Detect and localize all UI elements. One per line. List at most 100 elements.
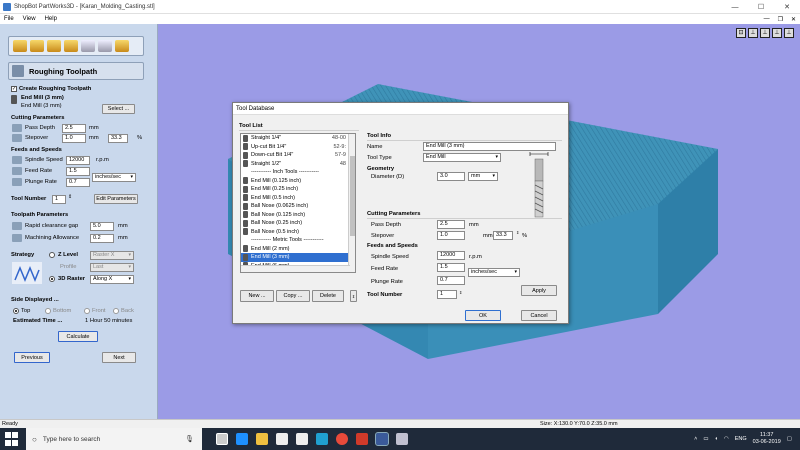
mail-icon[interactable] (296, 433, 308, 445)
toolpath-tool-icon[interactable] (98, 40, 112, 52)
toolpath-tool-icon[interactable] (13, 40, 27, 52)
close-icon[interactable]: ✕ (774, 0, 800, 14)
notification-icon[interactable]: ▢ (787, 436, 792, 442)
edit-parameters-button[interactable]: Edit Parameters (94, 194, 138, 204)
toolpath-tool-icon[interactable] (30, 40, 44, 52)
plunge-rate-input[interactable]: 0.7 (66, 178, 90, 187)
view-top-icon[interactable]: ⊥ (760, 28, 770, 38)
cancel-button[interactable]: Cancel (521, 310, 557, 321)
stepover-percent-input[interactable]: 33.3 (493, 231, 513, 240)
view-fit-icon[interactable]: ⊡ (736, 28, 746, 38)
pass-depth-input[interactable]: 2.5 (62, 124, 86, 133)
stepover-spinner-icon[interactable]: ⇕ (516, 230, 519, 235)
mdi-minimize-icon[interactable]: — (764, 16, 770, 22)
chrome-icon[interactable] (336, 433, 348, 445)
tool-list-item[interactable]: ----------- Inch Tools ----------- (241, 168, 355, 177)
pass-depth-input[interactable]: 2.5 (437, 220, 465, 229)
menu-file[interactable]: File (4, 16, 14, 22)
view-iso-icon[interactable]: ⊥ (748, 28, 758, 38)
tool-list-hscroll[interactable] (241, 265, 350, 272)
tool-number-spinner-icon[interactable]: ⇕ (68, 194, 72, 200)
tool-list-vscroll[interactable] (348, 134, 355, 272)
move-tool-spinner-icon[interactable]: ⇕ (350, 290, 357, 302)
stepover-input[interactable]: 1.0 (62, 134, 86, 143)
mdi-restore-icon[interactable]: ❐ (778, 16, 783, 23)
menu-view[interactable]: View (23, 16, 36, 22)
file-explorer-icon[interactable] (256, 433, 268, 445)
task-view-icon[interactable] (216, 433, 228, 445)
toolpath-tool-icon[interactable] (47, 40, 61, 52)
delete-tool-button[interactable]: Delete (312, 290, 344, 302)
z-level-select[interactable]: Raster X (90, 251, 134, 260)
tool-number-spinner-icon[interactable]: ⇕ (459, 290, 462, 295)
previous-button[interactable]: Previous (14, 352, 50, 363)
rapid-clearance-input[interactable]: 5.0 (90, 222, 114, 231)
tool-list-item[interactable]: Ball Nose (0.5 inch) (241, 228, 355, 237)
edge-icon[interactable] (236, 433, 248, 445)
partworks-icon[interactable] (375, 432, 389, 446)
feed-unit-select[interactable]: inches/sec (92, 173, 136, 182)
feed-rate-input[interactable]: 1.5 (437, 263, 465, 272)
acrobat-icon[interactable] (356, 433, 368, 445)
side-bottom-radio[interactable] (45, 308, 51, 314)
apply-button[interactable]: Apply (521, 285, 557, 296)
taskbar-search[interactable]: ○ Type here to search 🎙 (26, 428, 202, 450)
partworks-alt-icon[interactable] (396, 433, 408, 445)
app-c-icon[interactable] (316, 433, 328, 445)
volume-icon[interactable]: ◖ (715, 436, 718, 442)
tool-list[interactable]: Straight 1/4" 48-00 Up-cut Bit 1/4" 52-9: Do… (240, 133, 356, 273)
create-roughing-checkbox[interactable]: ✓ (11, 86, 17, 92)
wifi-icon[interactable]: ◠ (724, 436, 729, 442)
feed-unit-select[interactable]: inches/sec (468, 268, 520, 277)
copy-tool-button[interactable]: Copy ... (276, 290, 310, 302)
diameter-unit-select[interactable]: mm (468, 172, 498, 181)
raster-direction-select[interactable]: Along X (90, 275, 134, 284)
tool-list-item[interactable]: Ball Nose (0.125 inch) (241, 211, 355, 220)
microphone-icon[interactable]: 🎙 (185, 435, 194, 443)
windows-start-icon[interactable] (5, 432, 19, 446)
tool-name-input[interactable]: End Mill (3 mm) (423, 142, 556, 151)
tool-list-item[interactable]: ----------- Metric Tools ----------- (241, 236, 355, 245)
side-front-radio[interactable] (84, 308, 90, 314)
toolpath-tool-icon[interactable] (64, 40, 78, 52)
calculate-button[interactable]: Calculate (58, 331, 98, 342)
3d-raster-radio[interactable] (49, 276, 55, 282)
plunge-rate-input[interactable]: 0.7 (437, 276, 465, 285)
toolpath-tool-icon[interactable] (81, 40, 95, 52)
new-tool-button[interactable]: New ... (240, 290, 274, 302)
language-indicator[interactable]: ENG (735, 436, 747, 442)
chevron-up-icon[interactable]: ˄ (694, 436, 697, 442)
clock[interactable]: 11:37 03-06-2019 (753, 432, 781, 446)
tool-list-item[interactable]: Up-cut Bit 1/4" 52-9: (241, 143, 355, 152)
tool-list-item[interactable]: Ball Nose (0.0625 inch) (241, 202, 355, 211)
maximize-icon[interactable]: ☐ (748, 0, 774, 14)
z-level-radio[interactable] (49, 252, 55, 258)
tool-list-item[interactable]: End Mill (0.25 inch) (241, 185, 355, 194)
feed-rate-input[interactable]: 1.5 (66, 167, 90, 176)
allowance-input[interactable]: 0.2 (90, 234, 114, 243)
tool-list-item[interactable]: Down-cut Bit 1/4" 57-9 (241, 151, 355, 160)
side-back-radio[interactable] (113, 308, 119, 314)
network-icon[interactable]: ▭ (703, 436, 708, 442)
tool-list-item[interactable]: Straight 1/2" 48 (241, 160, 355, 169)
toolpath-tool-icon[interactable] (115, 40, 129, 52)
tool-list-item[interactable]: End Mill (2 mm) (241, 245, 355, 254)
store-icon[interactable] (276, 433, 288, 445)
select-tool-button[interactable]: Select ... (102, 104, 135, 114)
spindle-input[interactable]: 12000 (437, 251, 465, 260)
tool-number-input[interactable]: 1 (52, 195, 66, 204)
tool-list-item[interactable]: Ball Nose (0.25 inch) (241, 219, 355, 228)
scroll-thumb[interactable] (350, 156, 355, 236)
tool-list-item[interactable]: End Mill (0.5 inch) (241, 194, 355, 203)
menu-help[interactable]: Help (45, 16, 57, 22)
next-button[interactable]: Next (102, 352, 136, 363)
tool-list-item[interactable]: End Mill (3 mm) (241, 253, 355, 262)
view-side-icon[interactable]: ⊥ (784, 28, 794, 38)
ok-button[interactable]: OK (465, 310, 501, 321)
side-top-radio[interactable] (13, 308, 19, 314)
diameter-input[interactable]: 3.0 (437, 172, 465, 181)
mdi-close-icon[interactable]: ✕ (791, 16, 796, 23)
z-level-sub-select[interactable]: Last (90, 263, 134, 272)
stepover-input[interactable]: 1.0 (437, 231, 465, 240)
tool-list-item[interactable]: Straight 1/4" 48-00 (241, 134, 355, 143)
